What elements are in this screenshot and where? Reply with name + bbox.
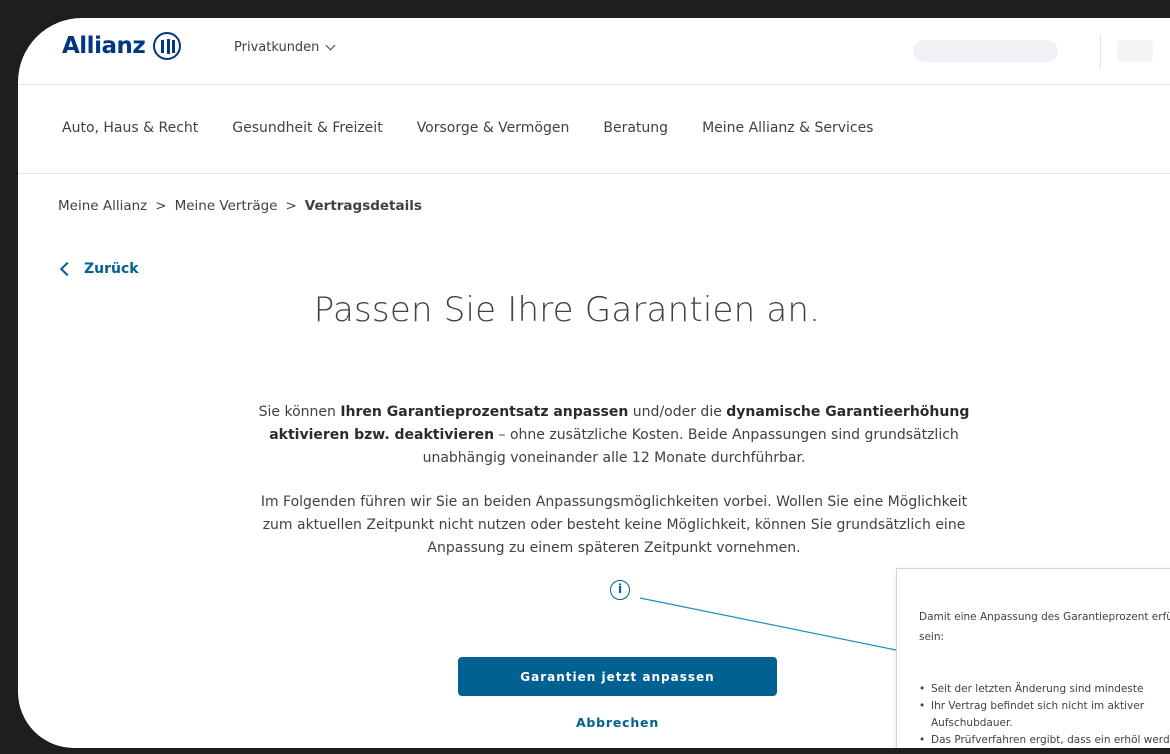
tooltip-item: Seit der letzten Änderung sind mindeste <box>919 681 1170 698</box>
tooltip-item: Das Prüfverfahren ergibt, dass ein erhöl… <box>919 732 1170 748</box>
tooltip-item: Ihr Vertrag befindet sich nicht im aktiv… <box>919 698 1170 732</box>
tooltip-lead: Damit eine Anpassung des Garantieprozent… <box>919 611 1170 643</box>
cancel-link[interactable]: Abbrechen <box>458 715 777 730</box>
adjust-guarantees-button[interactable]: Garantien jetzt anpassen <box>458 657 777 696</box>
browser-screen: Allianz Privatkunden Auto, Haus & Recht … <box>18 18 1170 748</box>
info-tooltip: Damit eine Anpassung des Garantieprozent… <box>896 568 1170 748</box>
tooltip-list: Seit der letzten Änderung sind mindeste … <box>919 681 1170 748</box>
device-frame: Allianz Privatkunden Auto, Haus & Recht … <box>0 0 1170 754</box>
